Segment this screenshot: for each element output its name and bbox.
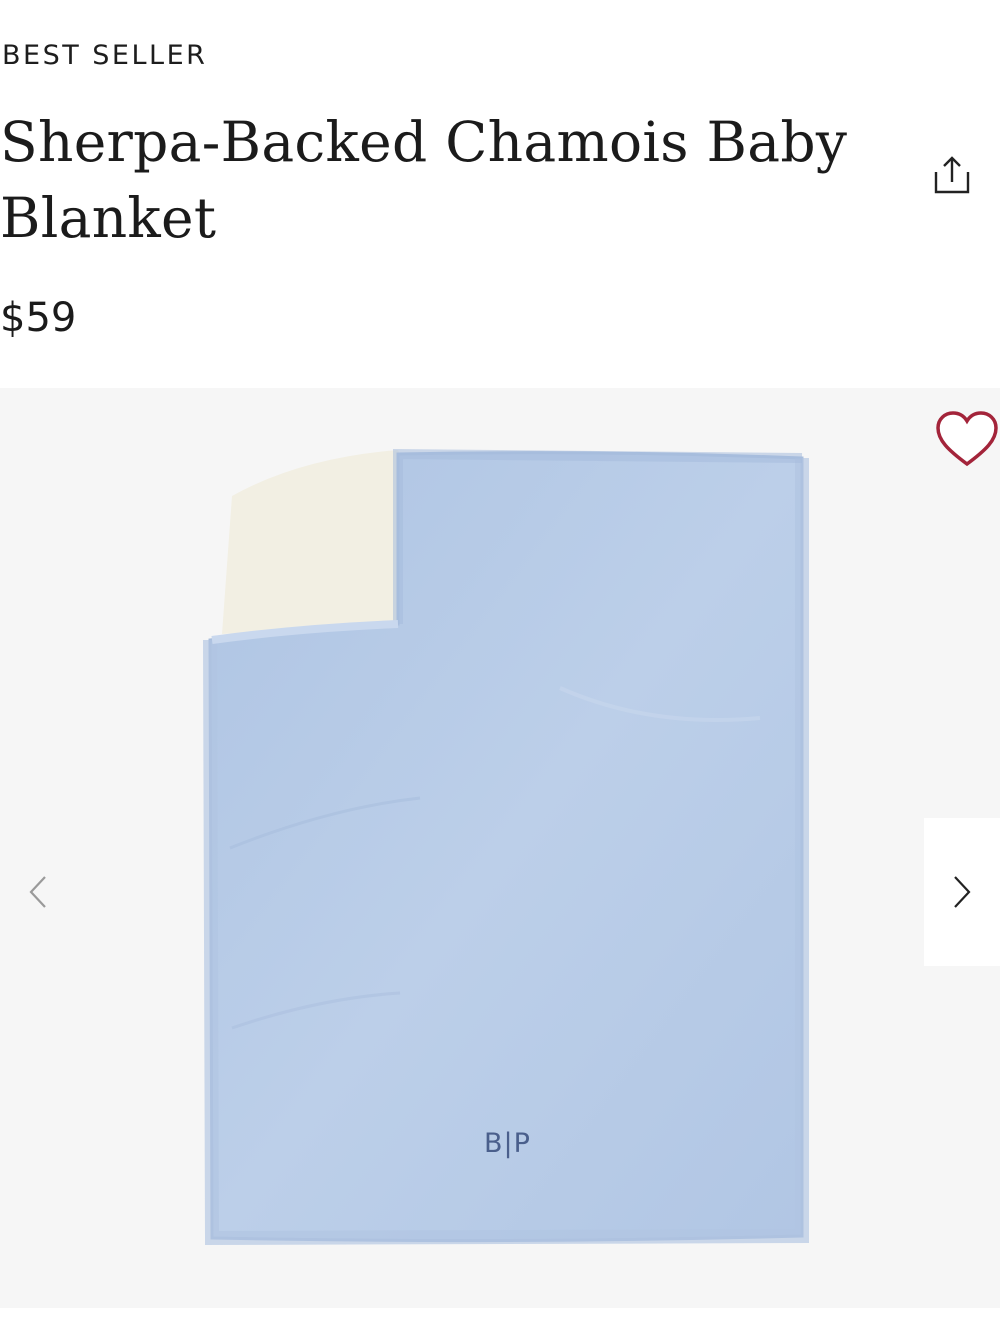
share-icon [934, 156, 970, 194]
product-price: $59 [0, 295, 77, 341]
chevron-left-icon [29, 876, 46, 908]
monogram-label: B|P [484, 1128, 531, 1159]
best-seller-badge: BEST SELLER [2, 40, 208, 71]
share-button[interactable] [928, 154, 976, 198]
heart-icon [936, 411, 998, 467]
product-title: Sherpa-Backed Chamois Baby Blanket [0, 110, 848, 250]
next-image-button[interactable] [924, 818, 1000, 966]
previous-image-button[interactable] [0, 818, 76, 966]
product-gallery: B|P [0, 388, 1000, 1308]
product-image[interactable] [0, 388, 1000, 1308]
favorite-button[interactable] [934, 408, 1000, 474]
chevron-right-icon [954, 876, 971, 908]
